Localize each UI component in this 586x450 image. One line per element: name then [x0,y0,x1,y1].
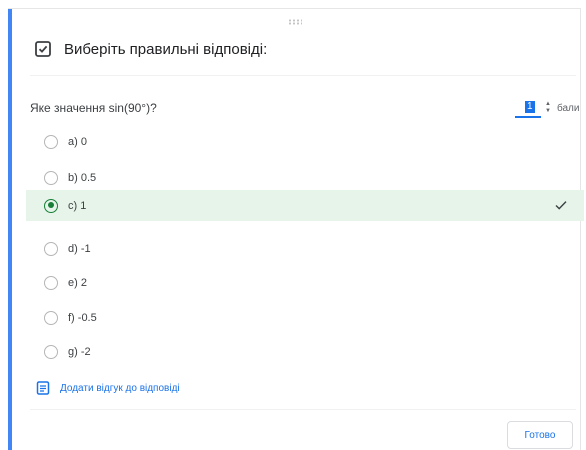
header-divider [30,75,576,76]
option-label: f) -0.5 [68,311,97,324]
option-g[interactable]: g) -2 [26,336,584,367]
option-label: g) -2 [68,345,91,358]
drag-handle-icon[interactable] [288,19,302,25]
points-label: бали [556,102,580,114]
spin-up-icon[interactable]: ▲ [545,101,551,108]
option-label: b) 0.5 [68,171,97,184]
checkbox-checked-icon [35,41,51,57]
option-f[interactable]: f) -0.5 [26,302,584,333]
points-value[interactable]: 1 [525,101,535,113]
option-label: a) 0 [68,135,87,148]
done-button[interactable]: Готово [507,421,573,449]
option-label: c) 1 [68,199,87,212]
points-spinner[interactable]: ▲ ▼ [545,99,551,117]
radio-button[interactable] [44,275,58,290]
radio-button[interactable] [44,310,58,325]
radio-button[interactable] [44,344,58,359]
option-d[interactable]: d) -1 [26,233,584,264]
header-title: Виберіть правильні відповіді: [64,40,268,58]
option-e[interactable]: e) 2 [26,267,584,298]
spin-down-icon[interactable]: ▼ [545,108,551,115]
correct-check-icon [555,201,567,210]
radio-button[interactable] [44,241,58,256]
radio-button[interactable] [44,170,58,185]
option-b[interactable]: b) 0.5 [26,162,584,193]
question-card: Виберіть правильні відповіді: Яке значен… [8,8,584,450]
footer-divider [30,409,576,410]
add-feedback-link[interactable]: Додати відгук до відповіді [36,380,180,396]
option-c[interactable]: c) 1 [26,190,584,221]
option-label: e) 2 [68,276,87,289]
option-a[interactable]: a) 0 [26,126,584,157]
points-control: 1 ▲ ▼ бали [515,97,579,119]
question-text: Яке значення sin(90°)? [30,101,157,115]
add-feedback-label[interactable]: Додати відгук до відповіді [60,383,180,394]
feedback-icon [36,381,50,395]
card-accent-bar [8,9,12,450]
header: Виберіть правильні відповіді: [34,39,267,59]
radio-button[interactable] [44,134,58,149]
radio-button-checked[interactable] [44,198,58,213]
points-input[interactable]: 1 [515,98,541,118]
option-label: d) -1 [68,242,91,255]
